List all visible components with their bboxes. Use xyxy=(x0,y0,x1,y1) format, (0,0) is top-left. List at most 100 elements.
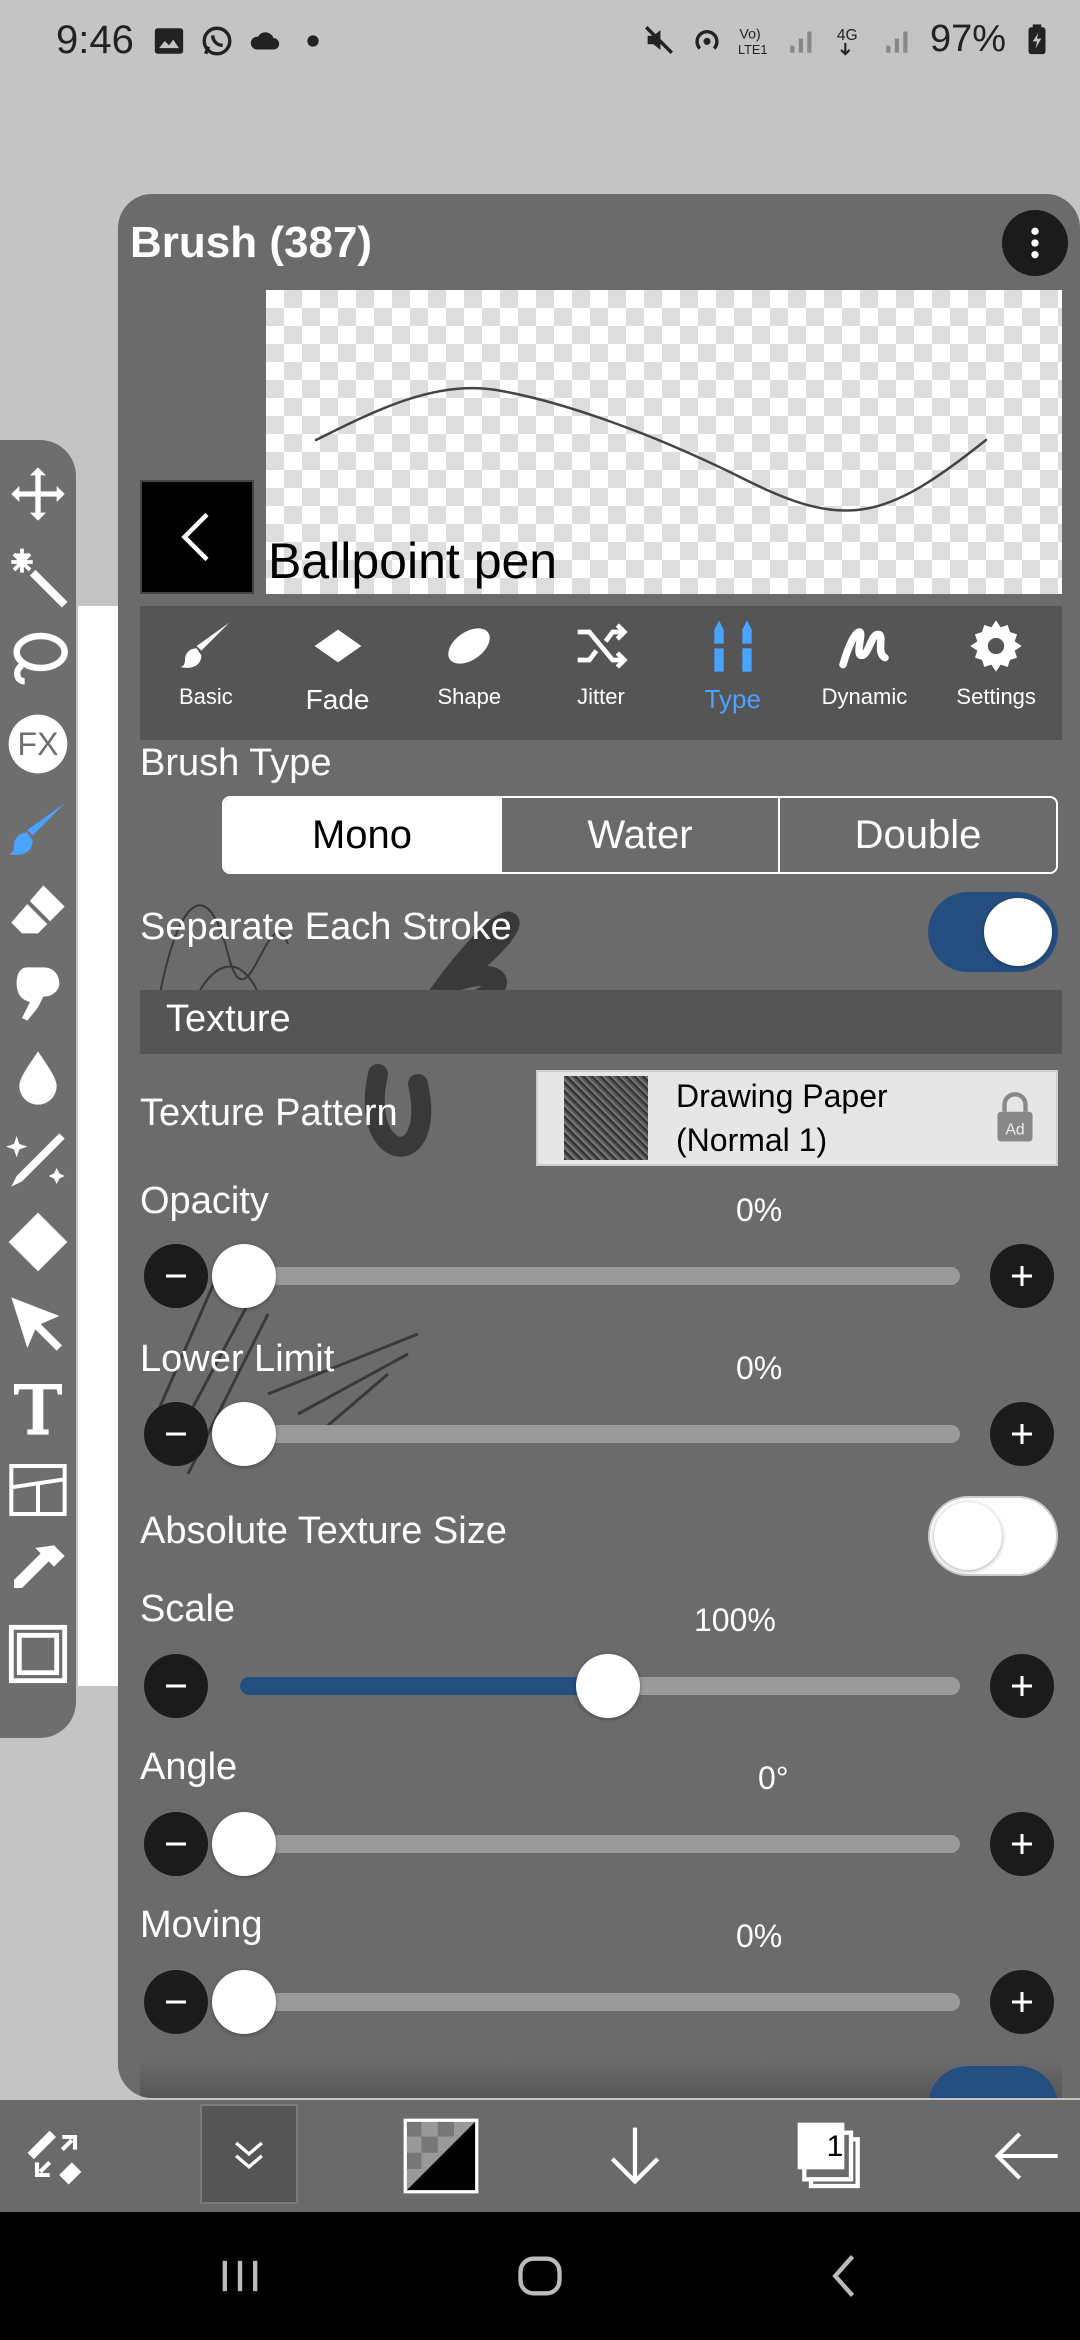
swap-tool-button[interactable] xyxy=(0,2100,112,2212)
back-button[interactable] xyxy=(140,480,254,594)
tab-dynamic[interactable]: Dynamic xyxy=(799,606,931,740)
opacity-slider-thumb[interactable] xyxy=(212,1244,276,1308)
brush-type-double[interactable]: Double xyxy=(780,798,1056,872)
brush-type-mono[interactable]: Mono xyxy=(224,798,502,872)
diamond-icon xyxy=(314,629,361,663)
magic-wand-tool[interactable] xyxy=(4,544,72,612)
tab-type[interactable]: Type xyxy=(667,606,799,740)
ellipse-icon xyxy=(448,628,491,664)
next-section-peek xyxy=(140,2060,1062,2098)
smudge-tool[interactable] xyxy=(4,960,72,1028)
back-icon xyxy=(832,2255,855,2297)
bottom-toolbar: 1 xyxy=(0,2100,1080,2212)
move-tool[interactable] xyxy=(4,460,72,528)
brush-tool[interactable] xyxy=(4,796,72,864)
canvas-icon xyxy=(8,1624,68,1684)
canvas-tool[interactable] xyxy=(4,1620,72,1688)
gear-icon xyxy=(970,620,1022,672)
brush-type-water[interactable]: Water xyxy=(502,798,780,872)
layers-button[interactable]: 1 xyxy=(776,2100,886,2212)
moving-decrease-button[interactable] xyxy=(144,1970,208,2034)
fx-tool[interactable]: FX xyxy=(4,710,72,778)
texture-thumbnail xyxy=(564,1076,648,1160)
separate-stroke-toggle[interactable] xyxy=(928,892,1058,972)
type-icon xyxy=(714,620,752,672)
download-icon xyxy=(610,2127,660,2185)
text-icon xyxy=(14,1384,62,1435)
select-tool[interactable] xyxy=(4,1290,72,1358)
mute-icon xyxy=(644,25,673,54)
eraser-tool[interactable] xyxy=(4,878,72,946)
absolute-texture-size-label: Absolute Texture Size xyxy=(140,1510,507,1552)
opacity-slider[interactable] xyxy=(244,1267,960,1285)
lower-limit-increase-button[interactable] xyxy=(990,1402,1054,1466)
scale-increase-button[interactable] xyxy=(990,1654,1054,1718)
special-pen-tool[interactable] xyxy=(4,1126,72,1194)
scale-decrease-button[interactable] xyxy=(144,1654,208,1718)
plus-icon xyxy=(1012,1676,1032,1696)
plus-icon xyxy=(1012,1266,1032,1286)
signal-icon xyxy=(886,31,908,53)
plus-icon xyxy=(1012,1424,1032,1444)
color-button[interactable] xyxy=(392,2100,490,2212)
angle-slider-thumb[interactable] xyxy=(212,1812,276,1876)
scale-label: Scale xyxy=(140,1588,236,1630)
tab-shape[interactable]: Shape xyxy=(403,606,535,740)
home-button[interactable] xyxy=(500,2240,580,2312)
angle-decrease-button[interactable] xyxy=(144,1812,208,1876)
lower-limit-slider[interactable] xyxy=(244,1425,960,1443)
fill-icon xyxy=(8,1212,68,1272)
fill-tool[interactable] xyxy=(4,1208,72,1276)
whatsapp-icon xyxy=(202,26,232,56)
texture-name-line1: Drawing Paper xyxy=(676,1078,888,1114)
frame-divider-tool[interactable] xyxy=(4,1456,72,1524)
recents-button[interactable] xyxy=(200,2240,280,2312)
more-menu-button[interactable] xyxy=(1002,210,1068,276)
angle-label: Angle xyxy=(140,1746,238,1788)
lower-limit-decrease-button[interactable] xyxy=(144,1402,208,1466)
dot-icon xyxy=(307,35,319,47)
lower-limit-slider-thumb[interactable] xyxy=(212,1402,276,1466)
angle-increase-button[interactable] xyxy=(990,1812,1054,1876)
tab-basic[interactable]: Basic xyxy=(140,606,272,740)
battery-percent: 97% xyxy=(929,18,1006,60)
lasso-tool[interactable] xyxy=(4,626,72,694)
moving-slider-thumb[interactable] xyxy=(212,1970,276,2034)
tab-settings[interactable]: Settings xyxy=(930,606,1062,740)
battery-icon xyxy=(1028,23,1046,54)
texture-pattern-picker[interactable]: Drawing Paper (Normal 1) Ad xyxy=(536,1070,1058,1166)
brush-tabs: Basic Fade Shape Jitter Type Dynamic Set… xyxy=(140,606,1062,740)
system-back-button[interactable] xyxy=(806,2240,886,2312)
absolute-texture-size-toggle[interactable] xyxy=(928,1496,1058,1576)
angle-slider[interactable] xyxy=(244,1835,960,1853)
tab-jitter[interactable]: Jitter xyxy=(535,606,667,740)
eyedropper-tool[interactable] xyxy=(4,1538,72,1606)
blur-tool[interactable] xyxy=(4,1044,72,1112)
dynamic-icon xyxy=(839,628,890,669)
opacity-decrease-button[interactable] xyxy=(144,1244,208,1308)
tab-fade[interactable]: Fade xyxy=(272,606,404,740)
home-icon xyxy=(518,2256,562,2296)
brush-preview: Ballpoint pen xyxy=(266,290,1062,594)
brush-icon xyxy=(180,622,230,668)
lasso-icon xyxy=(13,632,68,685)
plus-icon xyxy=(1012,1834,1032,1854)
text-tool[interactable] xyxy=(4,1374,72,1442)
eraser-icon xyxy=(11,885,65,934)
status-time: 9:46 xyxy=(56,18,134,62)
back-arrow-button[interactable] xyxy=(976,2100,1076,2212)
scale-slider-thumb[interactable] xyxy=(576,1654,640,1718)
chevron-left-icon xyxy=(181,512,209,562)
eyedropper-icon xyxy=(14,1545,65,1588)
svg-text:Vo): Vo) xyxy=(739,26,760,42)
download-button[interactable] xyxy=(586,2100,684,2212)
collapse-icon xyxy=(235,2141,263,2170)
system-nav-bar xyxy=(0,2212,1080,2340)
collapse-panel-button[interactable] xyxy=(200,2104,298,2204)
moving-slider[interactable] xyxy=(244,1993,960,2011)
moving-increase-button[interactable] xyxy=(990,1970,1054,2034)
opacity-increase-button[interactable] xyxy=(990,1244,1054,1308)
lower-limit-label: Lower Limit xyxy=(140,1338,335,1380)
plus-icon xyxy=(1012,1992,1032,2012)
magic-wand-icon xyxy=(11,548,68,608)
